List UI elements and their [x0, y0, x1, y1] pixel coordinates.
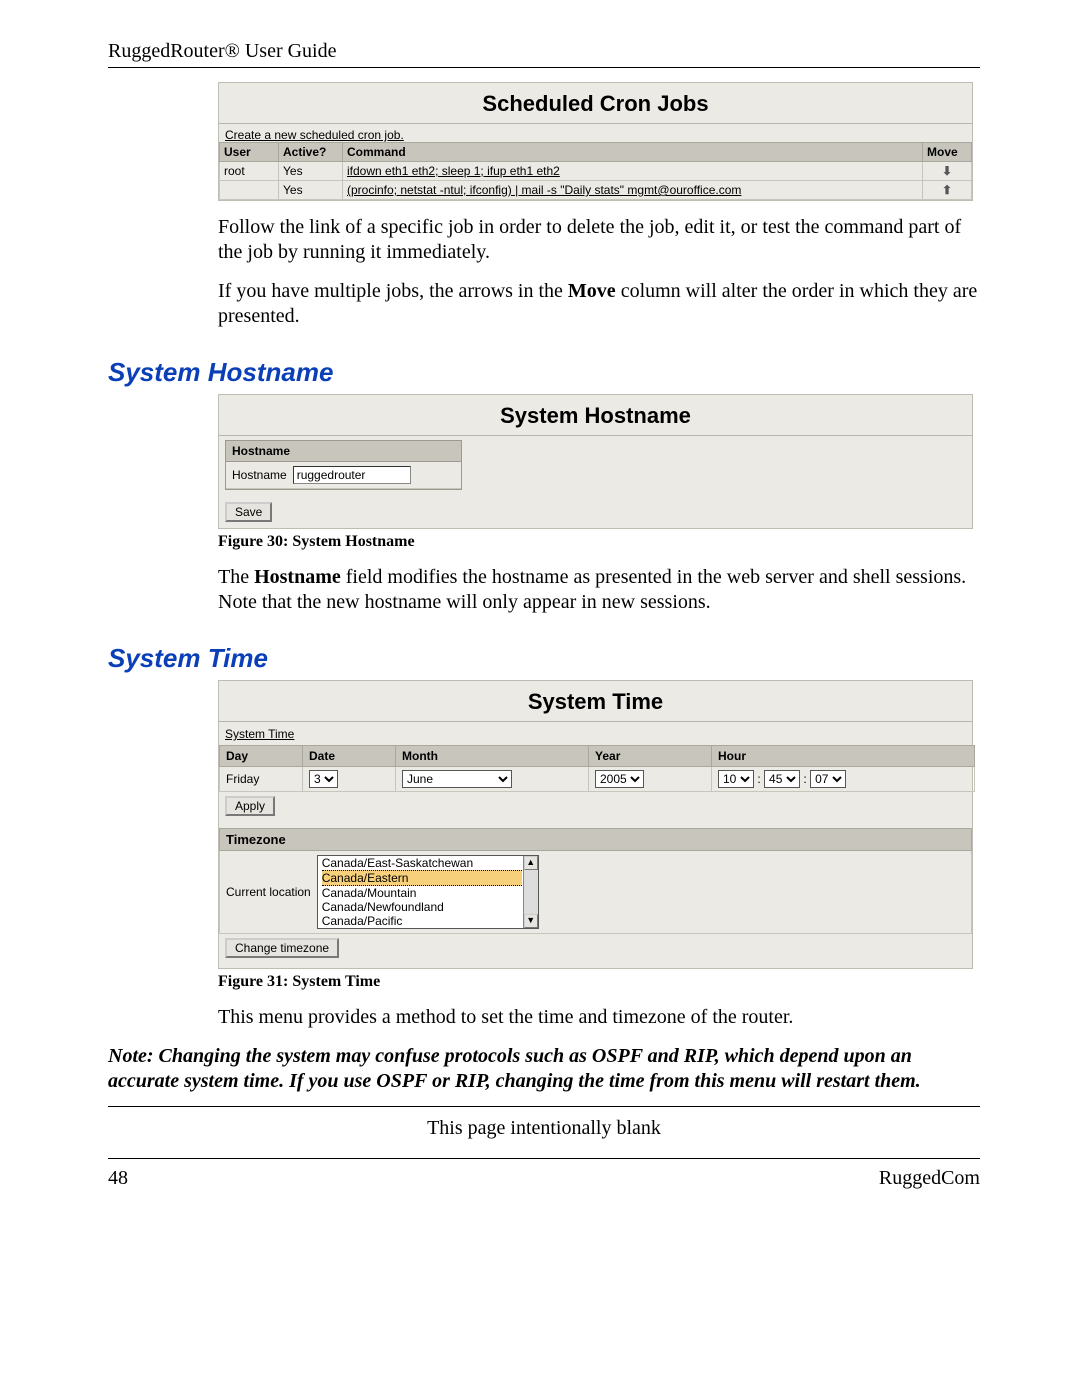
section-heading-hostname: System Hostname: [108, 357, 980, 388]
page-footer: 48 RuggedCom: [108, 1167, 980, 1190]
tz-option[interactable]: Canada/Mountain: [322, 886, 522, 900]
time-row: Friday 3 June 2005 10 : 45 :: [220, 767, 975, 792]
cell-user: root: [220, 162, 279, 181]
month-select[interactable]: June: [402, 770, 512, 788]
date-select[interactable]: 3: [309, 770, 338, 788]
paragraph: Follow the link of a specific job in ord…: [218, 215, 980, 265]
figure-caption: Figure 31: System Time: [218, 973, 980, 991]
divider: [108, 1106, 980, 1107]
hostname-panel: System Hostname Hostname Hostname Save: [218, 394, 973, 529]
table-row: Yes (procinfo; netstat -ntul; ifconfig) …: [220, 181, 972, 200]
minute-select[interactable]: 45: [764, 770, 800, 788]
cron-title: Scheduled Cron Jobs: [219, 83, 972, 123]
page-number: 48: [108, 1167, 128, 1190]
system-time-link[interactable]: System Time: [225, 727, 294, 741]
hostname-group: Hostname Hostname: [225, 440, 462, 490]
year-select[interactable]: 2005: [595, 770, 644, 788]
paragraph: The Hostname field modifies the hostname…: [218, 565, 980, 615]
col-active: Active?: [279, 143, 343, 162]
tz-option[interactable]: Canada/Newfoundland: [322, 900, 522, 914]
col-move: Move: [923, 143, 972, 162]
cell-active: Yes: [279, 162, 343, 181]
system-time-panel: System Time System Time Day Date Month Y…: [218, 680, 973, 969]
cron-command-link[interactable]: (procinfo; netstat -ntul; ifconfig) | ma…: [347, 183, 741, 197]
note-paragraph: Note: Changing the system may confuse pr…: [108, 1044, 980, 1094]
col-date: Date: [303, 746, 396, 767]
timezone-label: Current location: [226, 885, 311, 899]
page-header: RuggedRouter® User Guide: [108, 40, 980, 63]
cell-user: [220, 181, 279, 200]
second-select[interactable]: 07: [810, 770, 846, 788]
hostname-input[interactable]: [293, 466, 411, 484]
paragraph: This menu provides a method to set the t…: [218, 1005, 980, 1030]
move-up-icon[interactable]: ⬆: [923, 181, 972, 200]
hostname-ui-title: System Hostname: [219, 395, 972, 435]
hostname-group-header: Hostname: [226, 441, 461, 462]
create-cron-link[interactable]: Create a new scheduled cron job.: [225, 128, 404, 142]
table-row: root Yes ifdown eth1 eth2; sleep 1; ifup…: [220, 162, 972, 181]
col-hour: Hour: [712, 746, 975, 767]
tz-option-selected[interactable]: Canada/Eastern: [322, 870, 522, 886]
move-down-icon[interactable]: ⬇: [923, 162, 972, 181]
company-name: RuggedCom: [879, 1167, 980, 1190]
col-command: Command: [343, 143, 923, 162]
col-year: Year: [589, 746, 712, 767]
section-heading-time: System Time: [108, 643, 980, 674]
divider: [108, 1158, 980, 1159]
cron-command-link[interactable]: ifdown eth1 eth2; sleep 1; ifup eth1 eth…: [347, 164, 560, 178]
tz-option[interactable]: Canada/Pacific: [322, 914, 522, 928]
time-table: Day Date Month Year Hour Friday 3 June: [219, 745, 975, 792]
hostname-label: Hostname: [232, 468, 287, 482]
timezone-select[interactable]: Canada/East-Saskatchewan Canada/Eastern …: [317, 855, 539, 929]
timezone-header: Timezone: [219, 828, 972, 851]
time-ui-title: System Time: [219, 681, 972, 721]
divider: [108, 67, 980, 68]
col-user: User: [220, 143, 279, 162]
col-day: Day: [220, 746, 303, 767]
blank-page-text: This page intentionally blank: [108, 1117, 980, 1140]
save-button[interactable]: Save: [225, 502, 272, 522]
col-month: Month: [396, 746, 589, 767]
timezone-body: Current location Canada/East-Saskatchewa…: [219, 851, 972, 934]
divider: [219, 435, 972, 436]
cell-active: Yes: [279, 181, 343, 200]
change-timezone-button[interactable]: Change timezone: [225, 938, 339, 958]
paragraph: If you have multiple jobs, the arrows in…: [218, 279, 980, 329]
scroll-up-icon[interactable]: ▲: [524, 856, 538, 870]
day-value: Friday: [220, 767, 303, 792]
tz-option[interactable]: Canada/East-Saskatchewan: [322, 856, 522, 870]
scroll-down-icon[interactable]: ▼: [524, 914, 538, 928]
scrollbar[interactable]: ▲ ▼: [523, 856, 538, 928]
cron-jobs-panel: Scheduled Cron Jobs Create a new schedul…: [218, 82, 973, 201]
apply-button[interactable]: Apply: [225, 796, 275, 816]
hour-select[interactable]: 10: [718, 770, 754, 788]
cron-table: User Active? Command Move root Yes ifdow…: [219, 142, 972, 200]
figure-caption: Figure 30: System Hostname: [218, 533, 980, 551]
